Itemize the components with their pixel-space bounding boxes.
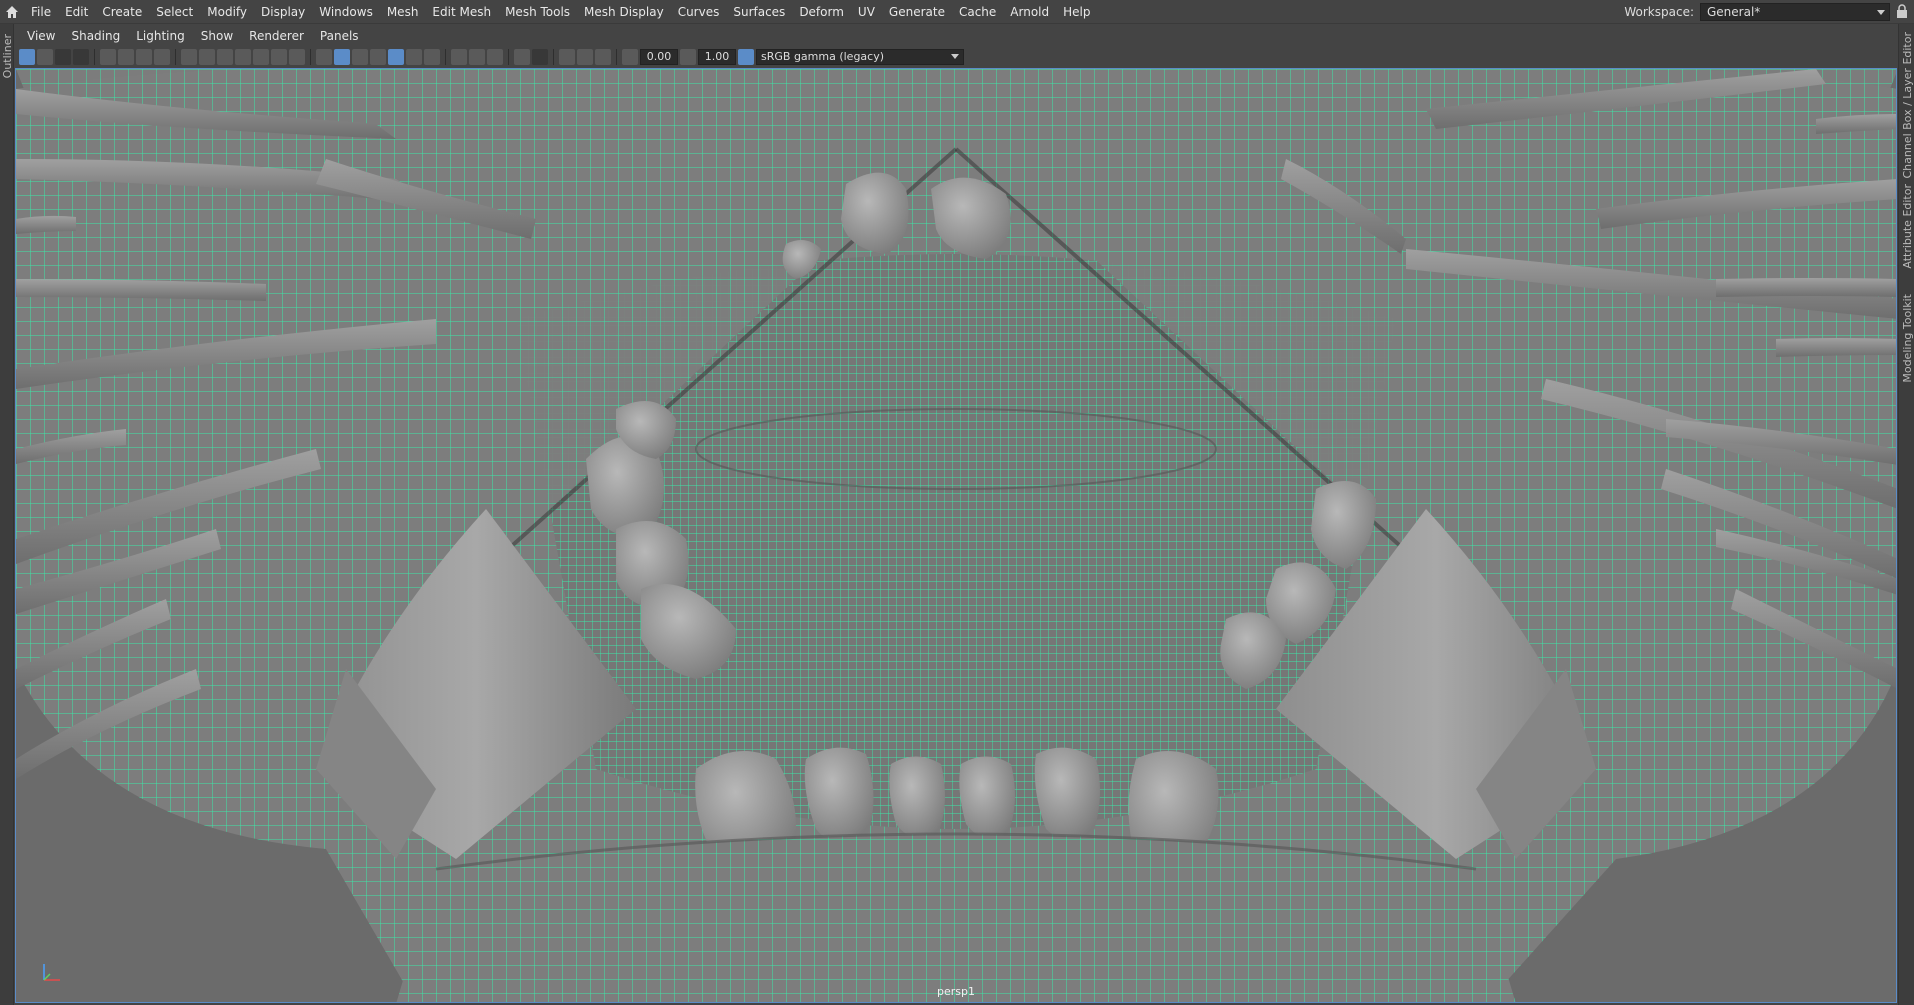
- backface-culling-icon[interactable]: [595, 49, 611, 65]
- anti-aliasing-icon[interactable]: [487, 49, 503, 65]
- lock-camera-icon[interactable]: [118, 49, 134, 65]
- color-space-value: sRGB gamma (legacy): [761, 50, 885, 63]
- menu-display[interactable]: Display: [254, 0, 312, 24]
- menu-cache[interactable]: Cache: [952, 0, 1003, 24]
- view-axis-indicator: [36, 958, 66, 988]
- textured-icon[interactable]: [370, 49, 386, 65]
- smooth-shade-icon[interactable]: [334, 49, 350, 65]
- bookmarks-icon[interactable]: [55, 49, 71, 65]
- field-chart-icon[interactable]: [253, 49, 269, 65]
- toolbar-divider: [553, 49, 554, 65]
- menu-curves[interactable]: Curves: [671, 0, 727, 24]
- menu-create[interactable]: Create: [95, 0, 149, 24]
- menu-windows[interactable]: Windows: [312, 0, 380, 24]
- gamma-field[interactable]: 1.00: [698, 49, 736, 65]
- shadows-icon[interactable]: [424, 49, 440, 65]
- lock-icon[interactable]: [1896, 4, 1910, 20]
- resolution-gate-icon[interactable]: [217, 49, 233, 65]
- gamma-icon[interactable]: [680, 49, 696, 65]
- tab-channel-box[interactable]: Channel Box / Layer Editor: [1901, 32, 1914, 179]
- xray-active-icon[interactable]: [577, 49, 593, 65]
- menu-file[interactable]: File: [24, 0, 58, 24]
- tab-modeling-toolkit[interactable]: Modeling Toolkit: [1901, 294, 1914, 383]
- menu-deform[interactable]: Deform: [792, 0, 851, 24]
- toolbar-divider: [94, 49, 95, 65]
- bookmark-icon[interactable]: [154, 49, 170, 65]
- workspace-label: Workspace:: [1624, 5, 1694, 19]
- wireframe-on-shaded-icon[interactable]: [388, 49, 404, 65]
- menu-mesh-tools[interactable]: Mesh Tools: [498, 0, 577, 24]
- menu-help[interactable]: Help: [1056, 0, 1097, 24]
- menu-select[interactable]: Select: [149, 0, 200, 24]
- main-menubar: File Edit Create Select Modify Display Windows…: [0, 0, 1914, 24]
- menu-modify[interactable]: Modify: [200, 0, 254, 24]
- exposure-icon[interactable]: [622, 49, 638, 65]
- menu-edit[interactable]: Edit: [58, 0, 95, 24]
- color-management-icon[interactable]: [738, 49, 754, 65]
- wireframe-icon[interactable]: [316, 49, 332, 65]
- menu-mesh-display[interactable]: Mesh Display: [577, 0, 671, 24]
- menu-edit-mesh[interactable]: Edit Mesh: [425, 0, 498, 24]
- panel-menu-panels[interactable]: Panels: [312, 29, 367, 43]
- xray-joints-icon[interactable]: [559, 49, 575, 65]
- tab-attribute-editor[interactable]: Attribute Editor: [1901, 184, 1914, 269]
- menu-arnold[interactable]: Arnold: [1003, 0, 1056, 24]
- film-gate-icon[interactable]: [199, 49, 215, 65]
- panel-menu-lighting[interactable]: Lighting: [128, 29, 193, 43]
- menu-items: File Edit Create Select Modify Display Windows…: [24, 0, 1098, 24]
- camera-film-icon[interactable]: [136, 49, 152, 65]
- safe-action-icon[interactable]: [271, 49, 287, 65]
- exposure-field[interactable]: 0.00: [640, 49, 678, 65]
- camera-icon[interactable]: [100, 49, 116, 65]
- panel-menu-renderer[interactable]: Renderer: [241, 29, 312, 43]
- workspace-value: General*: [1707, 5, 1761, 19]
- chevron-down-icon: [1877, 10, 1885, 15]
- ambient-occlusion-icon[interactable]: [451, 49, 467, 65]
- outliner-tab[interactable]: Outliner: [1, 34, 14, 78]
- outliner-strip[interactable]: Outliner: [0, 24, 14, 1005]
- image-plane-icon[interactable]: [73, 49, 89, 65]
- wireframe-grid-icon[interactable]: [181, 49, 197, 65]
- panel-menu-view[interactable]: View: [19, 29, 63, 43]
- toolbar-divider: [175, 49, 176, 65]
- camera-attributes-icon[interactable]: [37, 49, 53, 65]
- panel-menu-show[interactable]: Show: [193, 29, 241, 43]
- viewport-toolbar: 0.00 1.00 sRGB gamma (legacy): [15, 46, 1897, 68]
- workspace-selector: Workspace: General*: [1624, 3, 1890, 21]
- panel-menu-shading[interactable]: Shading: [63, 29, 128, 43]
- home-icon[interactable]: [0, 0, 24, 24]
- color-space-dropdown[interactable]: sRGB gamma (legacy): [756, 49, 964, 65]
- panel-menubar: View Shading Lighting Show Renderer Pane…: [15, 26, 1897, 46]
- select-camera-icon[interactable]: [19, 49, 35, 65]
- camera-label: persp1: [937, 985, 975, 998]
- menu-surfaces[interactable]: Surfaces: [726, 0, 792, 24]
- workspace-dropdown[interactable]: General*: [1700, 3, 1890, 21]
- toolbar-divider: [445, 49, 446, 65]
- right-tabs-strip: Channel Box / Layer Editor Attribute Edi…: [1898, 24, 1914, 1005]
- toolbar-divider: [508, 49, 509, 65]
- lights-icon[interactable]: [406, 49, 422, 65]
- xray-icon[interactable]: [532, 49, 548, 65]
- menu-mesh[interactable]: Mesh: [380, 0, 426, 24]
- viewport-3d[interactable]: persp1: [15, 68, 1897, 1003]
- gate-mask-icon[interactable]: [235, 49, 251, 65]
- toolbar-divider: [310, 49, 311, 65]
- mesh-render: [16, 69, 1896, 1002]
- motion-blur-icon[interactable]: [469, 49, 485, 65]
- default-material-icon[interactable]: [352, 49, 368, 65]
- menu-generate[interactable]: Generate: [882, 0, 952, 24]
- chevron-down-icon: [951, 54, 959, 59]
- toolbar-divider: [616, 49, 617, 65]
- safe-title-icon[interactable]: [289, 49, 305, 65]
- menu-uv[interactable]: UV: [851, 0, 882, 24]
- isolate-select-icon[interactable]: [514, 49, 530, 65]
